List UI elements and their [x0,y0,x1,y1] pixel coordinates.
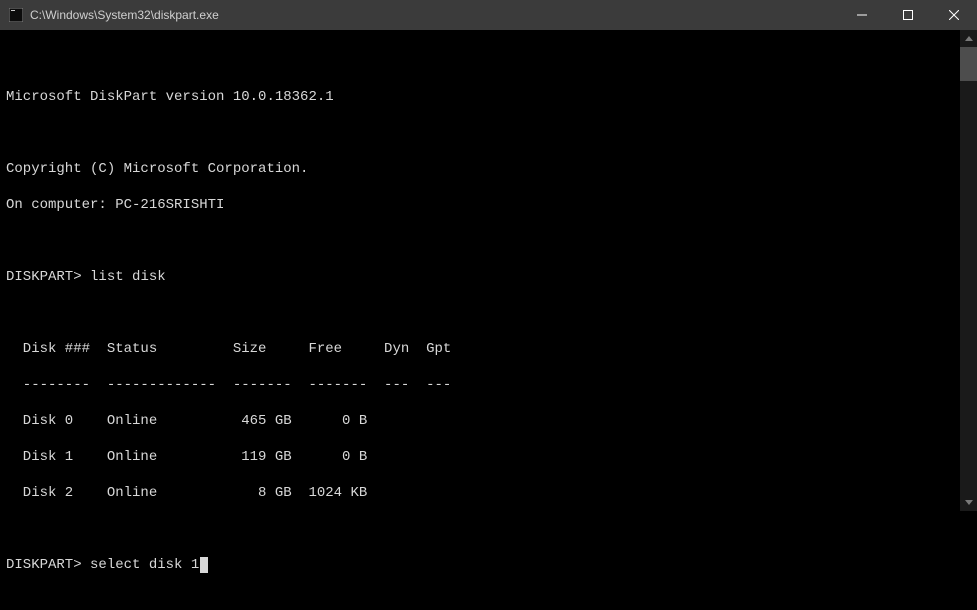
cursor [200,557,208,573]
window-controls [839,0,977,30]
blank-line [6,232,954,250]
computer-line: On computer: PC-216SRISHTI [6,196,954,214]
command-line: DISKPART> list disk [6,268,954,286]
blank-line [6,304,954,322]
terminal-area: Microsoft DiskPart version 10.0.18362.1 … [0,30,977,511]
window-title: C:\Windows\System32\diskpart.exe [30,8,839,22]
scrollbar-thumb[interactable] [960,47,977,81]
table-header: Disk ### Status Size Free Dyn Gpt [6,340,954,358]
table-divider: -------- ------------- ------- ------- -… [6,376,954,394]
title-bar[interactable]: C:\Windows\System32\diskpart.exe [0,0,977,30]
prompt: DISKPART> [6,557,82,573]
command-text: select disk 1 [90,557,199,573]
blank-line [6,520,954,538]
command-line: DISKPART> select disk 1 [6,556,954,574]
blank-line [6,124,954,142]
maximize-button[interactable] [885,0,931,30]
table-row: Disk 0 Online 465 GB 0 B [6,412,954,430]
table-row: Disk 1 Online 119 GB 0 B [6,448,954,466]
vertical-scrollbar[interactable] [960,30,977,511]
close-button[interactable] [931,0,977,30]
copyright-line: Copyright (C) Microsoft Corporation. [6,160,954,178]
minimize-button[interactable] [839,0,885,30]
command-text: list disk [90,269,166,285]
terminal-output[interactable]: Microsoft DiskPart version 10.0.18362.1 … [0,30,960,511]
table-row: Disk 2 Online 8 GB 1024 KB [6,484,954,502]
blank-line [6,52,954,70]
app-icon [8,7,24,23]
scroll-up-arrow-icon[interactable] [960,30,977,47]
prompt: DISKPART> [6,269,82,285]
version-line: Microsoft DiskPart version 10.0.18362.1 [6,88,954,106]
scroll-down-arrow-icon[interactable] [960,494,977,511]
